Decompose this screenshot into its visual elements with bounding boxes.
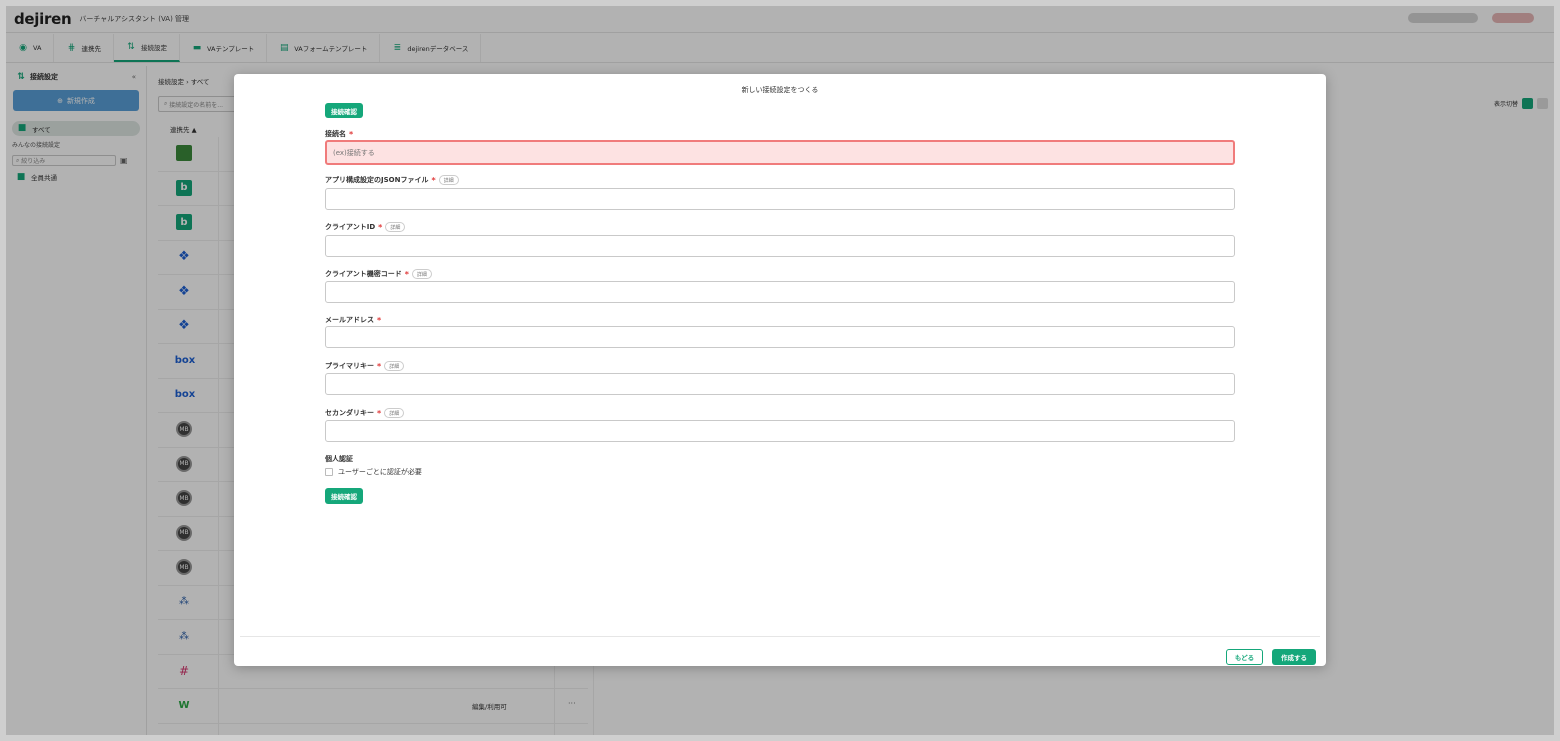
test-connection-button-top[interactable]: 接続確認: [325, 103, 363, 118]
connection-name-input[interactable]: [325, 140, 1235, 165]
checkbox-box[interactable]: [325, 468, 333, 476]
app-window: dejiren バーチャルアシスタント (VA) 管理 ◉ VA ⋕ 連携先 ⇅ 接続…: [6, 6, 1554, 735]
back-button[interactable]: もどる: [1226, 649, 1263, 665]
client-secret-input[interactable]: [325, 281, 1235, 303]
detail-badge[interactable]: 詳細: [384, 361, 405, 371]
detail-badge[interactable]: 詳細: [384, 408, 405, 418]
per-user-auth-checkbox[interactable]: ユーザーごとに認証が必要: [325, 467, 422, 477]
dialog-title: 新しい接続設定をつくる: [741, 86, 819, 94]
field-label-connection-name: 接続名 *: [325, 129, 354, 139]
personal-auth-label: 個人認証: [325, 455, 353, 463]
field-label-json-file: アプリ構成設定のJSONファイル * 詳細: [325, 175, 459, 185]
detail-badge[interactable]: 詳細: [385, 222, 406, 232]
detail-badge[interactable]: 詳細: [438, 175, 459, 185]
secondary-key-input[interactable]: [325, 420, 1235, 442]
create-button[interactable]: 作成する: [1272, 649, 1316, 665]
field-label-primary-key: プライマリキー * 詳細: [325, 361, 405, 371]
email-input[interactable]: [325, 326, 1235, 348]
client-id-input[interactable]: [325, 235, 1235, 257]
field-label-secondary-key: セカンダリキー * 詳細: [325, 408, 405, 418]
test-connection-button-bottom[interactable]: 接続確認: [325, 488, 363, 504]
new-connection-dialog: 新しい接続設定をつくる 接続確認 接続名* アプリ構成設定のJSONファイル*詳…: [234, 74, 1326, 666]
dialog-footer-divider: [240, 636, 1320, 637]
field-label-client-secret: クライアント機密コード * 詳細: [325, 269, 432, 279]
field-label-client-id: クライアントID * 詳細: [325, 222, 406, 232]
primary-key-input[interactable]: [325, 373, 1235, 395]
json-file-input[interactable]: [325, 188, 1235, 210]
detail-badge[interactable]: 詳細: [411, 269, 432, 279]
field-label-email: メールアドレス *: [325, 315, 382, 325]
